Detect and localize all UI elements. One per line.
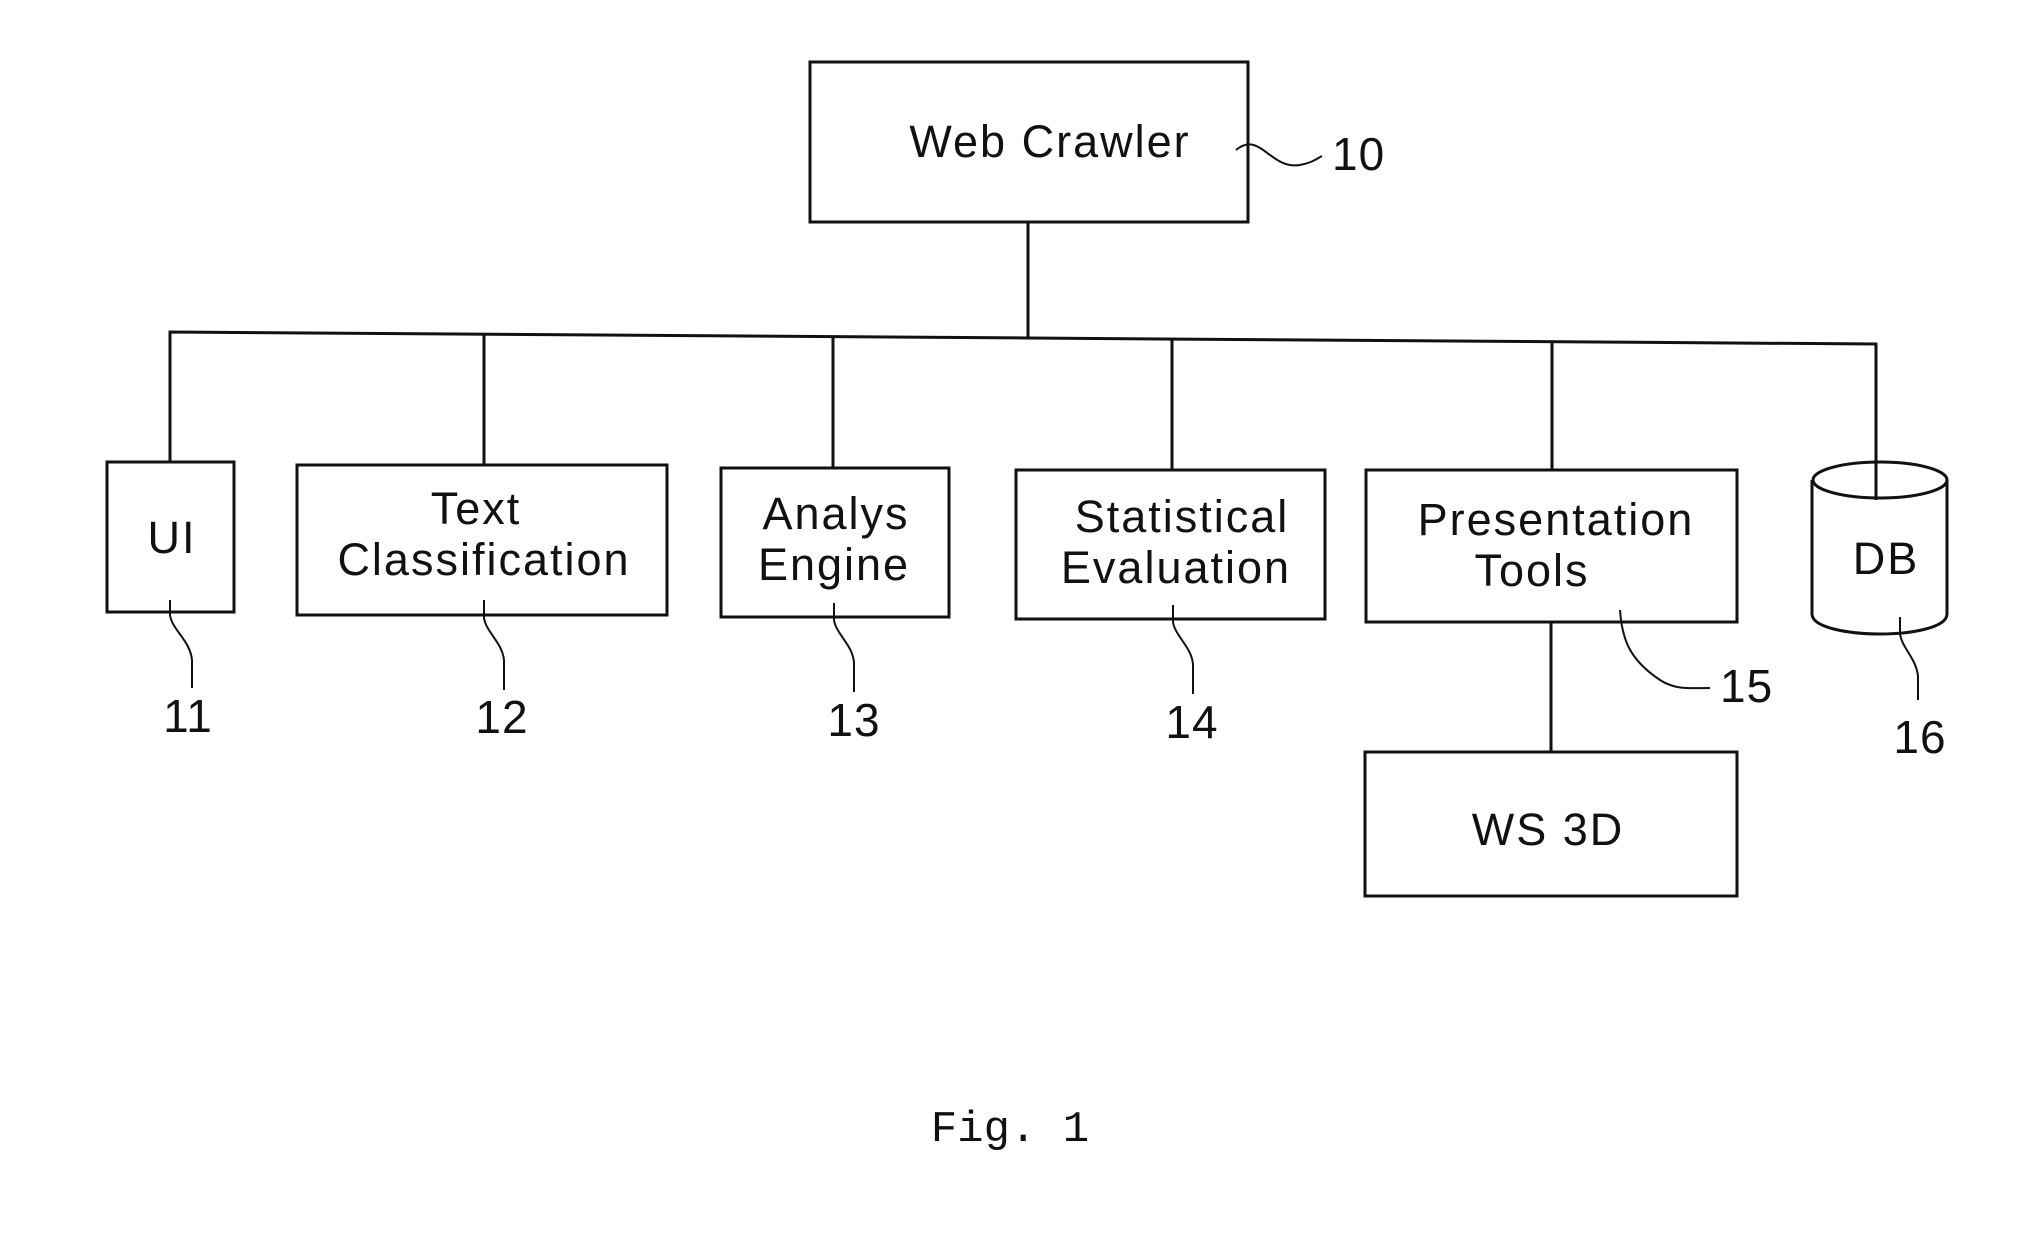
node-web-crawler: Web Crawler 10 (808, 60, 1385, 224)
node-ws-3d: WS 3D (1363, 750, 1739, 898)
block-diagram: Web Crawler 10 UI 11 Text Classification… (105, 60, 1949, 1155)
text-classification-label-line1: Text (431, 483, 522, 534)
ref-13: 13 (827, 694, 880, 746)
ref-11: 11 (163, 690, 213, 742)
node-text-classification: Text Classification 12 (295, 463, 669, 743)
presentation-tools-label-line1: Presentation (1418, 494, 1695, 545)
statistical-evaluation-label-line2: Evaluation (1061, 542, 1291, 593)
analys-engine-label-line2: Engine (758, 539, 910, 590)
db-cylinder-top (1811, 460, 1949, 500)
node-analys-engine: Analys Engine 13 (719, 466, 951, 746)
web-crawler-label: Web Crawler (909, 116, 1190, 167)
statistical-evaluation-label-line1: Statistical (1075, 491, 1290, 542)
ref-14: 14 (1165, 696, 1218, 748)
node-statistical-evaluation: Statistical Evaluation 14 (1014, 468, 1327, 748)
ws-3d-label: WS 3D (1472, 804, 1625, 855)
node-presentation-tools: Presentation Tools 15 (1364, 468, 1773, 712)
node-ui: UI 11 (105, 460, 236, 742)
ref-16: 16 (1893, 711, 1946, 763)
ref-15: 15 (1720, 660, 1773, 712)
ref-10: 10 (1332, 128, 1385, 180)
ref-12: 12 (475, 691, 528, 743)
ui-label: UI (148, 512, 197, 563)
node-db: DB 16 (1810, 344, 1949, 763)
analys-engine-label-line1: Analys (762, 488, 909, 539)
db-label: DB (1853, 533, 1920, 584)
text-classification-label-line2: Classification (337, 534, 630, 585)
figure-caption: Fig. 1 (931, 1105, 1089, 1155)
presentation-tools-label-line2: Tools (1474, 545, 1589, 596)
